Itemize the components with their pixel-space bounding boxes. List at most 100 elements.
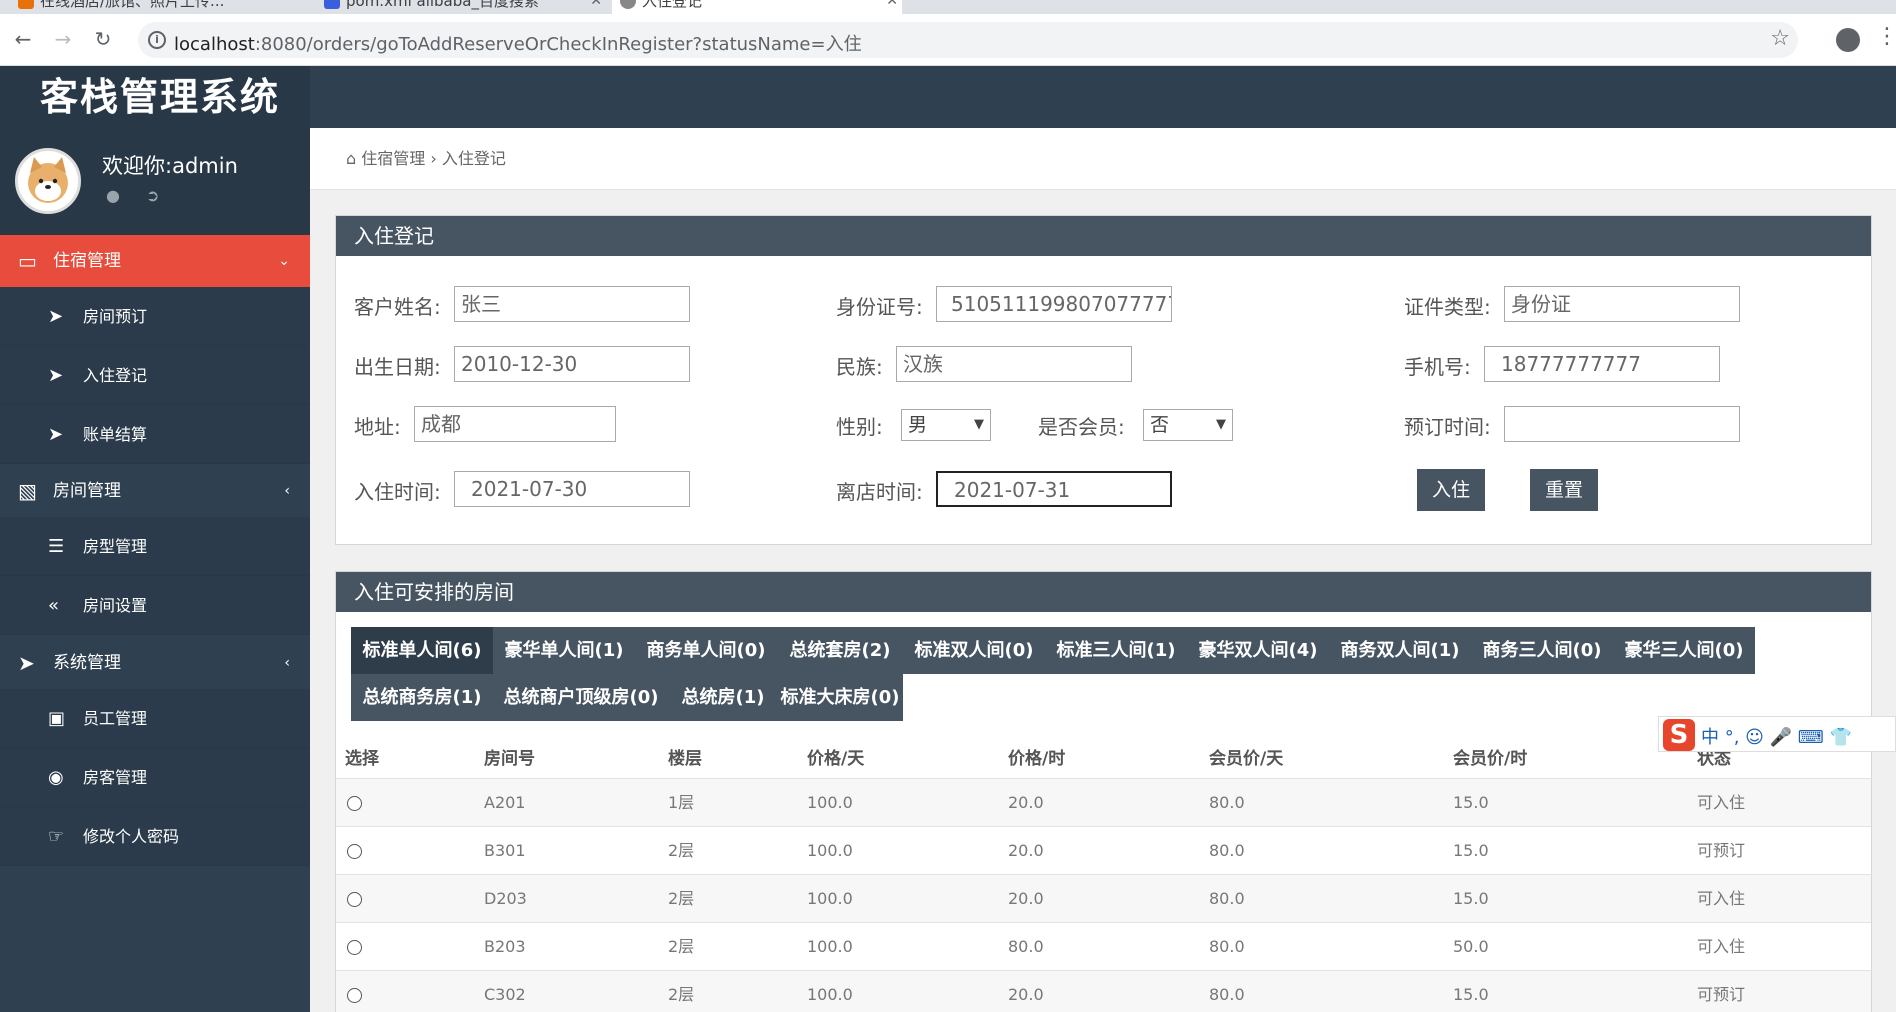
price-per-day: 100.0 — [807, 985, 853, 1004]
browser-tabbar: 在线酒店/旅馆、照片上传... pom.xml alibaba_百度搜索 ✕ 入… — [0, 0, 1896, 14]
room-type-tab[interactable]: 总统商务房(1) — [351, 674, 493, 721]
room-type-tab[interactable]: 标准双人间(0) — [903, 627, 1045, 674]
sidebar-group-system[interactable]: ➤ 系统管理 ‹ — [0, 637, 310, 689]
checkout-label: 离店时间: — [836, 480, 923, 504]
sidebar-item-change-password[interactable]: ☞ 修改个人密码 — [0, 807, 310, 866]
sidebar-item-bill[interactable]: ➤ 账单结算 — [0, 405, 310, 464]
room-select-radio[interactable] — [347, 988, 362, 1003]
room-status: 可入住 — [1697, 793, 1746, 812]
checkin-time-input[interactable]: 2021-07-30 — [454, 471, 690, 507]
gender-label: 性别: — [836, 415, 883, 439]
column-header: 价格/时 — [1008, 749, 1066, 769]
address-bar[interactable]: i localhost:8080/orders/goToAddReserveOr… — [138, 22, 1798, 58]
profile-avatar-icon[interactable] — [1836, 28, 1860, 52]
member-price-per-day: 80.0 — [1209, 937, 1245, 956]
room-type-tab[interactable]: 豪华双人间(4) — [1187, 627, 1329, 674]
home-icon: ⌂ — [346, 149, 357, 168]
table-row[interactable]: A201 1层 100.0 20.0 80.0 15.0 可入住 — [336, 778, 1871, 826]
browser-tab[interactable]: 在线酒店/旅馆、照片上传... — [10, 0, 310, 14]
address-input[interactable]: 成都 — [414, 406, 616, 442]
sidebar-item-guests[interactable]: ◉ 房客管理 — [0, 748, 310, 807]
table-row[interactable]: B301 2层 100.0 20.0 80.0 15.0 可预订 — [336, 826, 1871, 874]
browser-menu-icon[interactable]: ⋮ — [1876, 24, 1896, 49]
price-per-hour: 80.0 — [1008, 937, 1044, 956]
reset-button[interactable]: 重置 — [1530, 469, 1598, 511]
room-type-tab[interactable]: 商务三人间(0) — [1471, 627, 1613, 674]
idtype-label: 证件类型: — [1404, 295, 1491, 319]
member-select[interactable]: 否 ▼ — [1143, 409, 1233, 441]
name-label: 客户姓名: — [354, 295, 441, 319]
room-select-radio[interactable] — [347, 796, 362, 811]
table-row[interactable]: B203 2层 100.0 80.0 80.0 50.0 可入住 — [336, 922, 1871, 970]
breadcrumb-separator: › — [430, 149, 437, 168]
sidebar-item-room-settings[interactable]: « 房间设置 — [0, 576, 310, 635]
room-type-tab[interactable]: 标准单人间(6) — [351, 627, 493, 674]
bookmark-star-icon[interactable]: ☆ — [1770, 26, 1790, 51]
tab-label: 入住登记 — [642, 0, 703, 10]
room-type-tab[interactable]: 商务单人间(0) — [635, 627, 777, 674]
sidebar-item-staff[interactable]: ▣ 员工管理 — [0, 689, 310, 748]
room-type-tab[interactable]: 总统套房(2) — [777, 627, 903, 674]
room-type-tab[interactable]: 总统商户顶级房(0) — [493, 674, 669, 721]
sidebar-group-label: 房间管理 — [53, 481, 121, 501]
panel-title: 入住可安排的房间 — [336, 572, 1871, 612]
sidebar-item-label: 修改个人密码 — [83, 827, 180, 846]
table-row[interactable]: C302 2层 100.0 20.0 80.0 15.0 可预订 — [336, 970, 1871, 1012]
room-number: A201 — [484, 793, 526, 812]
column-header: 会员价/时 — [1453, 749, 1528, 769]
ime-icons[interactable]: 中 °, ☺ 🎤 ⌨ 👕 — [1701, 723, 1852, 749]
tab-label: pom.xml alibaba_百度搜索 — [346, 0, 539, 10]
room-number: B203 — [484, 937, 526, 956]
idtype-input[interactable]: 身份证 — [1504, 286, 1740, 322]
room-type-tab[interactable]: 标准大床房(0) — [777, 674, 903, 721]
forward-arrow-icon[interactable]: → — [50, 26, 76, 52]
room-number: D203 — [484, 889, 527, 908]
browser-tab[interactable]: pom.xml alibaba_百度搜索 ✕ — [316, 0, 606, 14]
user-icon[interactable]: ● — [106, 186, 120, 205]
close-icon[interactable]: ✕ — [590, 0, 602, 14]
phone-input[interactable]: 18777777777 — [1484, 346, 1720, 382]
room-select-radio[interactable] — [347, 892, 362, 907]
table-row[interactable]: D203 2层 100.0 20.0 80.0 15.0 可入住 — [336, 874, 1871, 922]
room-type-tab[interactable]: 总统房(1) — [669, 674, 777, 721]
reload-icon[interactable]: ↻ — [90, 26, 116, 52]
gender-select[interactable]: 男 ▼ — [901, 409, 991, 441]
name-input[interactable]: 张三 — [454, 286, 690, 322]
room-type-tab[interactable]: 豪华三人间(0) — [1613, 627, 1755, 674]
site-info-icon[interactable]: i — [148, 31, 166, 49]
back-arrow-icon[interactable]: ← — [10, 26, 36, 52]
ime-toolbar[interactable]: S 中 °, ☺ 🎤 ⌨ 👕 — [1658, 716, 1896, 752]
member-price-per-hour: 15.0 — [1453, 841, 1489, 860]
sidebar: 欢迎你:admin ● ➲ ▭ 住宿管理 ⌄ ➤ 房间预订 ➤ 入住登记 ➤ 账… — [0, 128, 310, 1012]
room-select-radio[interactable] — [347, 940, 362, 955]
reserve-time-input[interactable] — [1504, 406, 1740, 442]
room-status: 可入住 — [1697, 889, 1746, 908]
close-icon[interactable]: ✕ — [886, 0, 898, 14]
nation-input[interactable]: 汉族 — [896, 346, 1132, 382]
room-number: C302 — [484, 985, 526, 1004]
checkout-time-input[interactable]: 2021-07-31 — [936, 471, 1172, 507]
sidebar-group-rooms[interactable]: ▧ 房间管理 ‹ — [0, 465, 310, 517]
room-type-tab[interactable]: 豪华单人间(1) — [493, 627, 635, 674]
browser-tab-active[interactable]: 入住登记 ✕ — [612, 0, 902, 14]
room-select-radio[interactable] — [347, 844, 362, 859]
price-per-hour: 20.0 — [1008, 841, 1044, 860]
camera-icon: ◉ — [48, 767, 64, 788]
sidebar-group-lodging[interactable]: ▭ 住宿管理 ⌄ — [0, 235, 310, 287]
idno-input[interactable]: 510511199807077777 — [936, 286, 1172, 322]
room-floor: 1层 — [668, 793, 695, 812]
member-price-per-day: 80.0 — [1209, 889, 1245, 908]
sidebar-item-checkin[interactable]: ➤ 入住登记 — [0, 346, 310, 405]
birth-input[interactable]: 2010-12-30 — [454, 346, 690, 382]
tab-favicon-icon — [18, 0, 34, 9]
checkin-submit-button[interactable]: 入住 — [1417, 469, 1485, 511]
paper-plane-icon: ➤ — [18, 651, 35, 675]
price-per-hour: 20.0 — [1008, 985, 1044, 1004]
breadcrumb-root[interactable]: 住宿管理 — [361, 149, 425, 168]
sidebar-item-room-types[interactable]: ☰ 房型管理 — [0, 517, 310, 576]
logout-icon[interactable]: ➲ — [146, 186, 159, 205]
sidebar-item-room-reservation[interactable]: ➤ 房间预订 — [0, 287, 310, 346]
room-type-tab[interactable]: 商务双人间(1) — [1329, 627, 1471, 674]
tab-label: 在线酒店/旅馆、照片上传... — [40, 0, 225, 10]
room-type-tab[interactable]: 标准三人间(1) — [1045, 627, 1187, 674]
